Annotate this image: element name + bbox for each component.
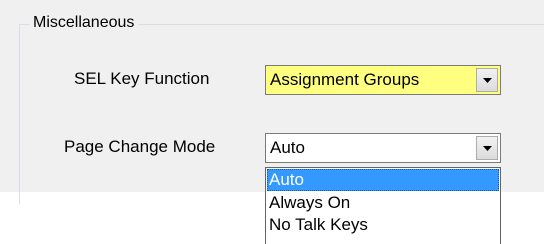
option-always-on[interactable]: Always On xyxy=(267,192,499,214)
page-change-mode-label: Page Change Mode xyxy=(64,137,216,156)
groupbox-title: Miscellaneous xyxy=(30,12,139,34)
page-change-mode-dropdown-list: Auto Always On No Talk Keys xyxy=(265,167,501,244)
chevron-down-icon xyxy=(483,78,492,83)
page-change-mode-dropdown-button[interactable] xyxy=(476,136,498,160)
sel-key-function-value: Assignment Groups xyxy=(270,70,420,89)
option-auto[interactable]: Auto xyxy=(267,169,499,191)
option-no-talk-keys[interactable]: No Talk Keys xyxy=(267,214,499,236)
sel-key-function-dropdown-button[interactable] xyxy=(476,68,498,92)
settings-panel: Miscellaneous SEL Key Function Assignmen… xyxy=(0,0,544,204)
page-change-mode-value: Auto xyxy=(270,138,305,157)
chevron-down-icon xyxy=(483,146,492,151)
page-change-mode-combobox[interactable]: Auto xyxy=(265,133,501,163)
sel-key-function-combobox[interactable]: Assignment Groups xyxy=(265,65,501,95)
sel-key-function-label: SEL Key Function xyxy=(74,69,210,88)
